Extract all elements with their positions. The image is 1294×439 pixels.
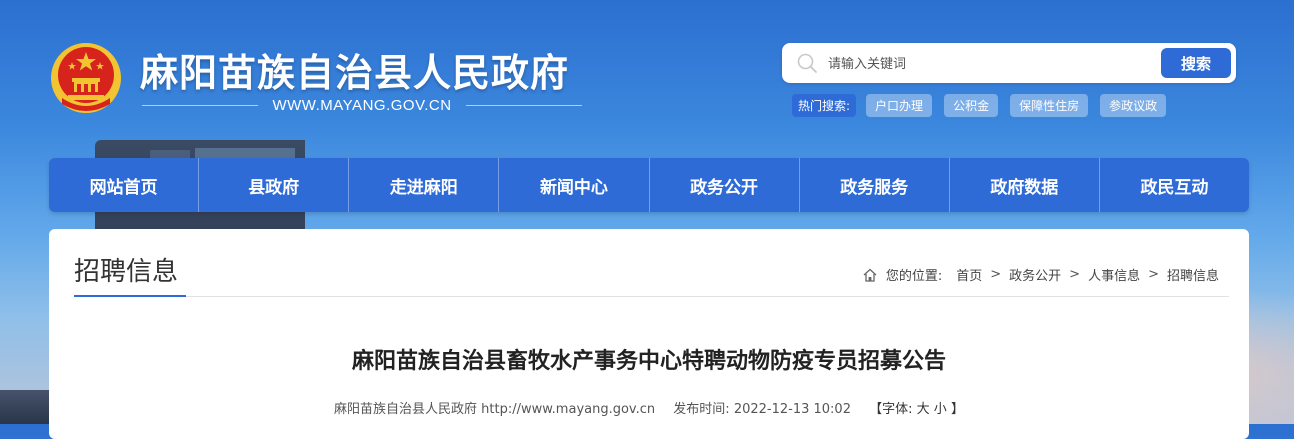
breadcrumb: 您的位置: 首页 > 政务公开 > 人事信息 > 招聘信息 bbox=[862, 265, 1219, 284]
breadcrumb-separator: > bbox=[990, 267, 1002, 282]
search-button[interactable]: 搜索 bbox=[1161, 48, 1231, 78]
section-title-underline bbox=[74, 295, 186, 297]
section-divider bbox=[74, 296, 1229, 297]
site-url-row: WWW.MAYANG.GOV.CN bbox=[142, 94, 582, 116]
hot-search-tag[interactable]: 保障性住房 bbox=[1010, 93, 1089, 117]
font-size-label: 【字体: bbox=[869, 402, 913, 417]
article-source: 麻阳苗族自治县人民政府 http://www.mayang.gov.cn bbox=[334, 402, 656, 417]
breadcrumb-item-personnel-info[interactable]: 人事信息 bbox=[1088, 265, 1140, 284]
national-emblem-icon bbox=[51, 43, 121, 113]
hot-search-tag[interactable]: 公积金 bbox=[944, 93, 999, 117]
main-nav: 网站首页 县政府 走进麻阳 新闻中心 政务公开 政务服务 政府数据 政民互动 bbox=[49, 158, 1249, 212]
font-size-close: 】 bbox=[950, 402, 964, 417]
site-url-line-left bbox=[142, 104, 259, 106]
section-title: 招聘信息 bbox=[74, 257, 179, 287]
hot-search-tag[interactable]: 户口办理 bbox=[866, 93, 933, 117]
site-title[interactable]: 麻阳苗族自治县人民政府 bbox=[140, 42, 569, 97]
breadcrumb-item-government-affairs[interactable]: 政务公开 bbox=[1009, 265, 1061, 284]
article-title: 麻阳苗族自治县畜牧水产事务中心特聘动物防疫专员招募公告 bbox=[351, 349, 946, 374]
breadcrumb-separator: > bbox=[1148, 267, 1159, 282]
publish-time: 2022-12-13 10:02 bbox=[733, 402, 851, 417]
breadcrumb-separator: > bbox=[1069, 267, 1081, 282]
site-url-line-right bbox=[465, 104, 582, 106]
breadcrumb-label: 您的位置: bbox=[885, 269, 943, 284]
breadcrumb-item-recruitment-info[interactable]: 招聘信息 bbox=[1167, 265, 1219, 284]
nav-item-public-interaction[interactable]: 政民互动 bbox=[1100, 158, 1249, 212]
home-icon bbox=[863, 268, 877, 282]
nav-item-government-services[interactable]: 政务服务 bbox=[800, 158, 950, 212]
publish-time-label: 发布时间: bbox=[673, 402, 730, 417]
search-box: 搜索 bbox=[782, 43, 1236, 83]
hot-search-label: 热门搜索: bbox=[792, 93, 857, 117]
nav-item-county-government[interactable]: 县政府 bbox=[199, 158, 350, 212]
nav-item-about-mayang[interactable]: 走进麻阳 bbox=[349, 158, 500, 212]
nav-item-home[interactable]: 网站首页 bbox=[49, 158, 200, 212]
nav-item-news-center[interactable]: 新闻中心 bbox=[499, 158, 650, 212]
search-input[interactable] bbox=[826, 51, 1150, 77]
site-url[interactable]: WWW.MAYANG.GOV.CN bbox=[258, 97, 465, 114]
font-size-large-button[interactable]: 大 bbox=[917, 402, 930, 417]
font-size-small-button[interactable]: 小 bbox=[934, 402, 947, 417]
nav-item-government-data[interactable]: 政府数据 bbox=[950, 158, 1100, 212]
hot-search-row: 热门搜索: 户口办理 公积金 保障性住房 参政议政 bbox=[792, 93, 1178, 117]
breadcrumb-item-home[interactable]: 首页 bbox=[956, 265, 982, 284]
article-meta: 麻阳苗族自治县人民政府 http://www.mayang.gov.cn 发布时… bbox=[49, 398, 1249, 417]
content-panel: 招聘信息 您的位置: 首页 > 政务公开 > 人事信息 > 招聘信息 麻阳苗族自… bbox=[49, 229, 1249, 439]
search-icon bbox=[797, 53, 817, 73]
nav-item-government-affairs-openness[interactable]: 政务公开 bbox=[650, 158, 800, 212]
hot-search-tag[interactable]: 参政议政 bbox=[1100, 93, 1167, 117]
